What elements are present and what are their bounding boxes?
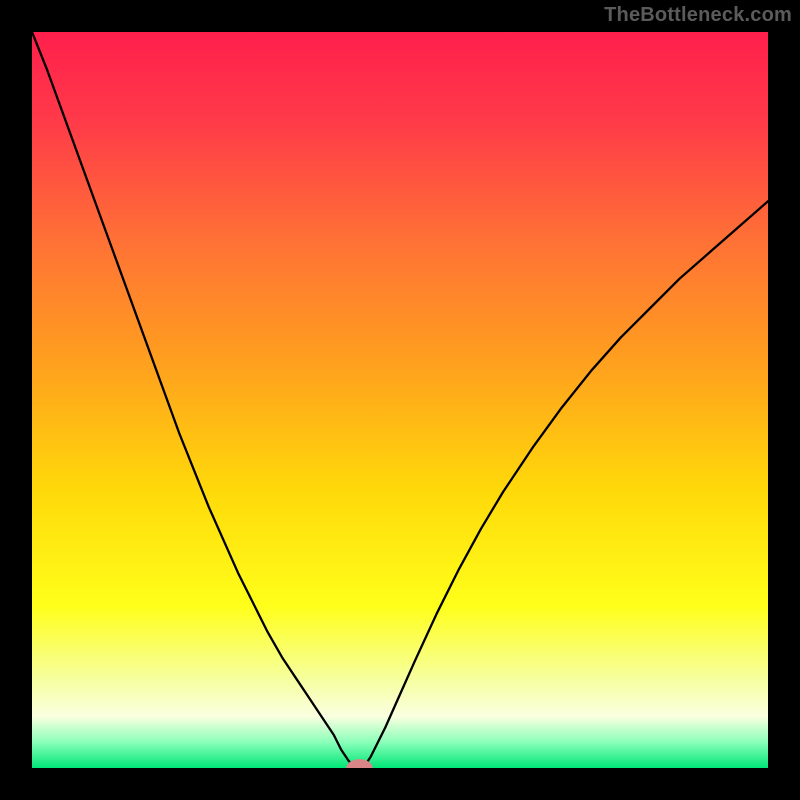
plot-svg: [32, 32, 768, 768]
watermark-label: TheBottleneck.com: [604, 4, 792, 27]
plot-background: [32, 32, 768, 768]
chart-stage: TheBottleneck.com: [0, 0, 800, 800]
plot-area: [32, 32, 768, 768]
